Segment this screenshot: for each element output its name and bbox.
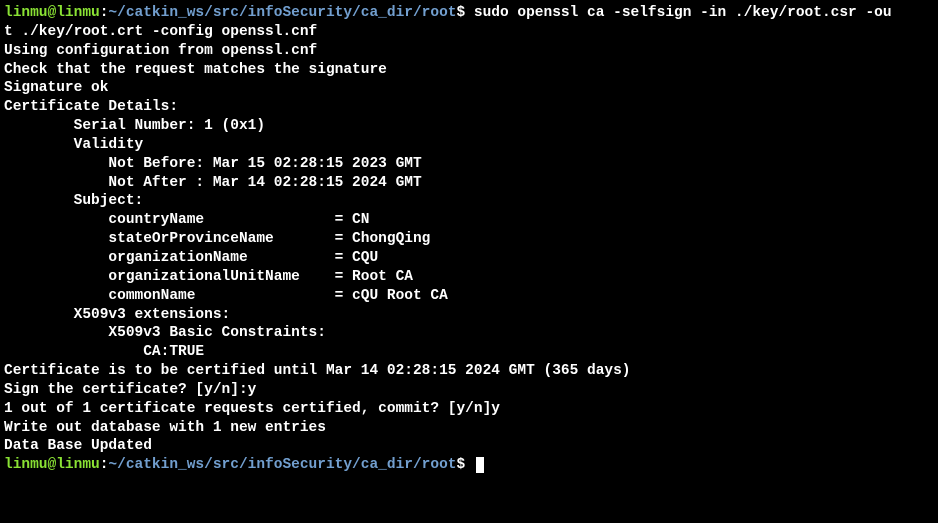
dollar-sign: $ — [456, 5, 465, 21]
output-line: Signature ok — [4, 79, 934, 98]
cursor-icon — [476, 457, 484, 473]
terminal[interactable]: linmu@linmu:~/catkin_ws/src/infoSecurity… — [4, 4, 934, 475]
output-line: Not After : Mar 14 02:28:15 2024 GMT — [4, 174, 934, 193]
output-line: X509v3 extensions: — [4, 306, 934, 325]
dollar-sign: $ — [456, 457, 465, 473]
output-line: 1 out of 1 certificate requests certifie… — [4, 400, 934, 419]
output-line: Write out database with 1 new entries — [4, 419, 934, 438]
cwd-path: ~/catkin_ws/src/infoSecurity/ca_dir/root — [108, 5, 456, 21]
output-line: stateOrProvinceName = ChongQing — [4, 230, 934, 249]
output-line: Not Before: Mar 15 02:28:15 2023 GMT — [4, 155, 934, 174]
output-line: Certificate Details: — [4, 98, 934, 117]
user-host: linmu@linmu — [4, 457, 100, 473]
cwd-path: ~/catkin_ws/src/infoSecurity/ca_dir/root — [108, 457, 456, 473]
output-line: organizationalUnitName = Root CA — [4, 268, 934, 287]
output-line: Using configuration from openssl.cnf — [4, 42, 934, 61]
output-line: Data Base Updated — [4, 437, 934, 456]
command-text-1: sudo openssl ca -selfsign -in ./key/root… — [465, 5, 891, 21]
output-line: commonName = cQU Root CA — [4, 287, 934, 306]
command-text-2: t ./key/root.crt -config openssl.cnf — [4, 23, 934, 42]
output-line: Check that the request matches the signa… — [4, 61, 934, 80]
output-line: Serial Number: 1 (0x1) — [4, 117, 934, 136]
output-line: Validity — [4, 136, 934, 155]
user-host: linmu@linmu — [4, 5, 100, 21]
prompt-line-2[interactable]: linmu@linmu:~/catkin_ws/src/infoSecurity… — [4, 456, 934, 475]
output-line: organizationName = CQU — [4, 249, 934, 268]
output-line: Sign the certificate? [y/n]:y — [4, 381, 934, 400]
output-line: Certificate is to be certified until Mar… — [4, 362, 934, 381]
output-line: X509v3 Basic Constraints: — [4, 324, 934, 343]
output-line: Subject: — [4, 192, 934, 211]
prompt-line-1: linmu@linmu:~/catkin_ws/src/infoSecurity… — [4, 4, 934, 23]
output-line: countryName = CN — [4, 211, 934, 230]
output-line: CA:TRUE — [4, 343, 934, 362]
